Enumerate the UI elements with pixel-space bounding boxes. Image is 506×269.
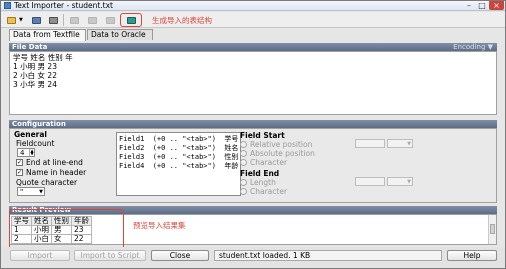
relative-position-radio[interactable]	[240, 141, 247, 148]
preview-scrollbar[interactable]	[488, 215, 496, 244]
end-character-radio[interactable]	[240, 188, 247, 195]
import-button[interactable]: Import	[10, 250, 70, 261]
field-list-item[interactable]: Field1 (+0 .. "<tab>") 学号	[119, 135, 238, 144]
save-as-icon	[88, 17, 97, 24]
settings-icon	[49, 17, 58, 24]
file-data-line: 1 小明 男 23	[13, 62, 57, 71]
toolbar-separator	[63, 14, 64, 26]
export-button[interactable]	[103, 14, 117, 26]
general-group-title: General	[14, 130, 47, 139]
open-table-icon	[7, 17, 16, 24]
copy-icon	[32, 17, 41, 24]
window-title: Text Importer - student.txt	[14, 1, 113, 10]
fieldcount-value: 4	[20, 149, 25, 157]
field-start-select[interactable]: ▼	[387, 139, 413, 148]
configuration-header: Configuration	[9, 120, 497, 128]
close-button[interactable]: Close	[151, 250, 209, 261]
preview-annotation: 预览导入结果集	[133, 221, 186, 230]
absolute-position-radio[interactable]	[240, 150, 247, 157]
file-data-header: File Data Encoding ▼	[9, 43, 497, 51]
generate-table-button[interactable]	[124, 14, 138, 26]
generate-table-icon	[127, 17, 136, 24]
configuration-panel: General Fieldcount 4 ▲ ▼ ✓ End at line-en…	[9, 128, 497, 203]
length-radio[interactable]	[240, 179, 247, 186]
title-bar: Text Importer - student.txt – □ ×	[1, 1, 505, 11]
file-data-line: 3 小华 男 24	[13, 80, 57, 89]
field-list-item[interactable]: Field3 (+0 .. "<tab>") 性别	[119, 153, 238, 162]
close-window-button[interactable]: ×	[489, 1, 504, 10]
status-bar: student.txt loaded. 1 KB	[214, 250, 442, 261]
end-at-line-end-checkbox[interactable]: ✓	[16, 159, 23, 166]
tab-data-to-oracle[interactable]: Data to Oracle	[87, 29, 153, 40]
start-character-label: Character	[250, 158, 288, 167]
field-end-value-input[interactable]	[355, 177, 385, 186]
field-list-item[interactable]: Field4 (+0 .. "<tab>") 年龄	[119, 162, 238, 171]
open-table-button[interactable]: ▼	[4, 14, 25, 26]
copy-button[interactable]	[29, 14, 43, 26]
start-character-radio[interactable]	[240, 159, 247, 166]
field-start-title: Field Start	[240, 131, 285, 140]
save-as-button[interactable]	[85, 14, 99, 26]
chevron-down-icon: ▼	[19, 17, 23, 23]
end-character-label: Character	[250, 187, 288, 196]
toolbar: ▼ 生成导入的表结构	[1, 12, 505, 28]
field-start-value-input[interactable]	[355, 139, 385, 148]
file-data-line: 2 小白 女 22	[13, 71, 57, 80]
help-button[interactable]: Help	[447, 250, 497, 261]
fieldcount-label: Fieldcount	[16, 139, 55, 148]
minimize-button[interactable]: –	[463, 1, 475, 10]
bottom-bar: Import Import to Script Close student.tx…	[1, 247, 505, 268]
field-end-select[interactable]: ▼	[387, 177, 413, 186]
quote-character-label: Quote character	[16, 178, 78, 187]
scrollbar-thumb[interactable]	[490, 224, 495, 234]
encoding-label[interactable]: Encoding ▼	[453, 43, 493, 51]
tab-data-from-textfile[interactable]: Data from Textfile	[9, 29, 86, 41]
chevron-down-icon: ▼	[407, 141, 411, 147]
import-to-script-button[interactable]: Import to Script	[74, 250, 146, 261]
length-label: Length	[250, 178, 276, 187]
export-icon	[106, 17, 115, 24]
name-in-header-checkbox[interactable]: ✓	[16, 169, 23, 176]
fieldcount-spinner[interactable]: 4 ▲ ▼	[17, 148, 35, 157]
name-in-header-label: Name in header	[26, 168, 87, 177]
end-at-line-end-label: End at line-end	[26, 158, 83, 167]
field-end-title: Field End	[240, 169, 280, 178]
field-list-item[interactable]: Field2 (+0 .. "<tab>") 姓名	[119, 144, 238, 153]
spinner-arrows-icon[interactable]: ▲ ▼	[29, 149, 34, 156]
save-icon	[70, 17, 79, 24]
file-data-view[interactable]: 学号 姓名 性别 年 1 小明 男 23 2 小白 女 22 3 小华 男 24	[9, 51, 497, 115]
relative-position-label: Relative position	[250, 140, 313, 149]
save-button[interactable]	[67, 14, 81, 26]
file-data-title: File Data	[12, 43, 48, 51]
quote-character-select[interactable]: " ▼	[17, 187, 45, 196]
settings-button[interactable]	[46, 14, 60, 26]
app-icon	[4, 2, 11, 9]
chevron-down-icon: ▼	[407, 179, 411, 185]
file-data-line: 学号 姓名 性别 年	[13, 53, 73, 62]
field-list[interactable]: Field1 (+0 .. "<tab>") 学号 Field2 (+0 .. …	[116, 132, 241, 196]
maximize-button[interactable]: □	[476, 1, 488, 10]
quote-character-value: "	[20, 188, 24, 196]
toolbar-annotation: 生成导入的表结构	[152, 16, 212, 25]
absolute-position-label: Absolute position	[250, 149, 315, 158]
text-importer-window: Text Importer - student.txt – □ × ▼ 生成导入…	[0, 0, 506, 269]
chevron-down-icon: ▼	[39, 189, 43, 195]
